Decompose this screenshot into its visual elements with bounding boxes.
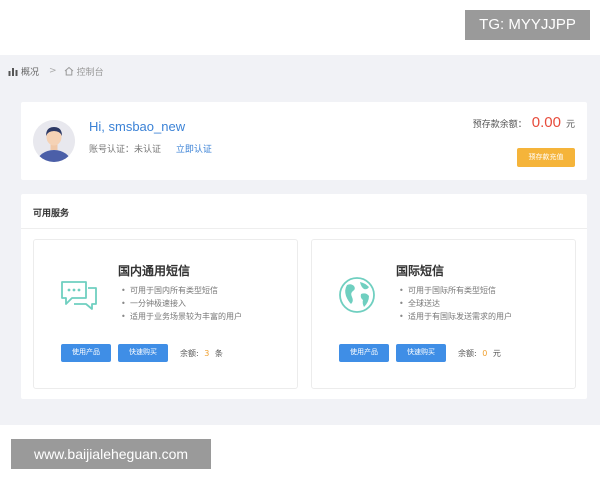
balance-label: 预存款余额：	[472, 120, 527, 130]
bar-chart-icon	[8, 68, 18, 76]
account-status-text: 账号认证：未认证	[89, 145, 162, 155]
balance-display: 预存款余额： 0.00 元	[473, 114, 575, 131]
breadcrumb-separator: >	[49, 66, 57, 76]
avatar	[33, 120, 75, 162]
feature-item: 适用于有国际发送需求的用户	[399, 310, 512, 323]
watermark-bottom: www.baijialeheguan.com	[11, 439, 211, 469]
feature-item: 一分钟极速接入	[121, 297, 242, 310]
balance-unit: 元	[565, 120, 575, 130]
watermark-top: TG: MYYJJPP	[465, 10, 590, 40]
balance-amount: 0.00	[531, 114, 561, 131]
service-title: 国际短信	[396, 264, 445, 278]
divider	[21, 228, 587, 229]
service-domestic-sms: 国内通用短信 可用于国内所有类型短信 一分钟极速接入 适用于业务场景较为丰富的用…	[33, 239, 298, 389]
use-product-button[interactable]: 使用产品	[339, 344, 389, 362]
remaining-unit: 元	[492, 349, 501, 358]
remaining-label: 余额:	[458, 349, 477, 358]
account-card: Hi, smsbao_new 账号认证：未认证 立即认证 预存款余额： 0.00…	[21, 102, 587, 180]
services-title: 可用服务	[33, 209, 70, 219]
breadcrumb: 概况 > 控制台	[8, 64, 104, 78]
recharge-button[interactable]: 预存款充值	[517, 148, 575, 167]
user-avatar-icon	[33, 120, 75, 162]
globe-icon	[339, 277, 375, 313]
remaining-value: 3	[204, 349, 210, 358]
remaining-label: 余额:	[180, 349, 199, 358]
chat-bubbles-icon	[61, 281, 97, 310]
quick-buy-button[interactable]: 快速购买	[118, 344, 168, 362]
console-page: 概况 > 控制台 Hi, smsbao_new 账号认证：未认证 立即认证 预存…	[0, 55, 600, 425]
quick-buy-button[interactable]: 快速购买	[396, 344, 446, 362]
breadcrumb-overview[interactable]: 概况	[21, 65, 39, 78]
remaining-balance: 余额: 3 条	[180, 348, 223, 359]
verify-now-link[interactable]: 立即认证	[176, 145, 212, 155]
remaining-value: 0	[482, 349, 488, 358]
feature-item: 可用于国际所有类型短信	[399, 284, 512, 297]
breadcrumb-console: 控制台	[76, 67, 104, 78]
feature-item: 可用于国内所有类型短信	[121, 284, 242, 297]
greeting-username: Hi, smsbao_new	[89, 119, 186, 134]
service-feature-list: 可用于国际所有类型短信 全球送达 适用于有国际发送需求的用户	[399, 284, 512, 323]
remaining-balance: 余额: 0 元	[458, 348, 501, 359]
feature-item: 适用于业务场景较为丰富的用户	[121, 310, 242, 323]
service-international-sms: 国际短信 可用于国际所有类型短信 全球送达 适用于有国际发送需求的用户 使用产品…	[311, 239, 576, 389]
use-product-button[interactable]: 使用产品	[61, 344, 111, 362]
service-feature-list: 可用于国内所有类型短信 一分钟极速接入 适用于业务场景较为丰富的用户	[121, 284, 242, 323]
services-card: 可用服务 国内通用短信 可用于国内所有类型短信 一分钟极速接入 适用于业务场景较…	[21, 194, 587, 399]
service-title: 国内通用短信	[118, 264, 191, 278]
home-icon	[64, 66, 73, 76]
account-status: 账号认证：未认证 立即认证	[89, 142, 212, 155]
remaining-unit: 条	[214, 349, 223, 358]
feature-item: 全球送达	[399, 297, 512, 310]
